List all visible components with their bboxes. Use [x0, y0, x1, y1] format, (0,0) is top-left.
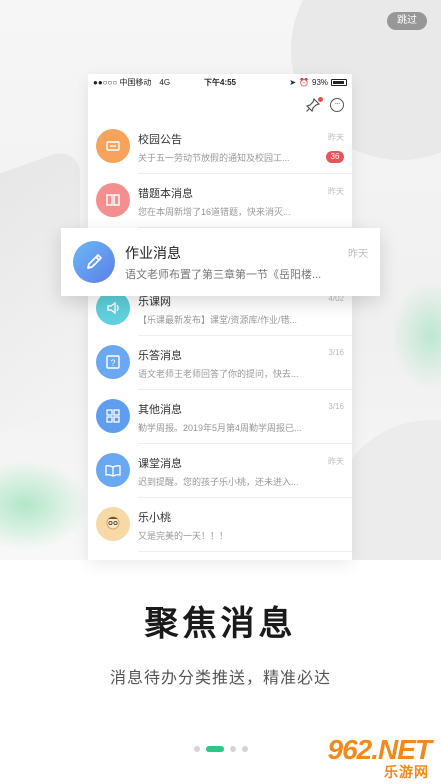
alarm-icon: ⏰: [299, 77, 309, 87]
app-bar: ···: [88, 90, 352, 120]
status-time: 下午4:55: [204, 77, 237, 87]
message-time: 昨天: [328, 133, 344, 142]
decor-glow: [391, 280, 441, 390]
page-dot[interactable]: [229, 746, 236, 752]
message-preview: 关于五一劳动节放假的通知及校园工...: [138, 153, 290, 163]
notice-icon: [96, 129, 130, 163]
headline-container: 聚焦消息: [0, 596, 441, 645]
more-icon[interactable]: ···: [330, 98, 344, 112]
focus-card-time: 昨天: [348, 249, 368, 260]
message-preview: 您在本周新增了16道错题，快来消灭...: [138, 207, 291, 217]
unread-badge: 36: [326, 151, 344, 163]
page-dot[interactable]: [241, 746, 248, 752]
message-time: 昨天: [328, 457, 344, 466]
focus-card-preview: 语文老师布置了第三章第一节《岳阳楼...: [125, 269, 322, 281]
open-book-icon: [96, 453, 130, 487]
message-title: 其他消息: [138, 404, 182, 416]
skip-button[interactable]: 跳过: [387, 12, 427, 30]
status-bar: ●●○○○ 中国移动 4G 下午4:55 ➤ ⏰ 93%: [88, 74, 352, 90]
message-preview: 勤学周报。2019年5月第4周勤学周报已...: [138, 423, 302, 433]
speaker-icon: [96, 291, 130, 325]
message-time: 3/16: [328, 348, 344, 357]
message-row[interactable]: 其他消息勤学周报。2019年5月第4周勤学周报已... 3/16: [88, 390, 352, 444]
message-preview: 语文老师王老师回答了你的提问，快去...: [138, 369, 299, 379]
focus-message-card[interactable]: 作业消息 语文老师布置了第三章第一节《岳阳楼... 昨天: [61, 228, 380, 296]
focus-card-title: 作业消息: [125, 245, 181, 261]
message-preview: 【乐课最新发布】课堂/资源库/作业/错...: [138, 315, 298, 325]
question-icon: ?: [96, 345, 130, 379]
carrier: ●●○○○ 中国移动: [93, 77, 152, 87]
message-title: 校园公告: [138, 134, 182, 146]
location-icon: ➤: [289, 77, 297, 87]
message-row[interactable]: 乐小桃又是完美的一天！！！: [88, 498, 352, 552]
message-preview: 又是完美的一天！！！: [138, 531, 229, 541]
message-time: 3/16: [328, 402, 344, 411]
page-dot[interactable]: [193, 746, 200, 752]
subtitle: 消息待办分类推送，精准必达: [109, 670, 331, 687]
pencil-icon: [73, 241, 115, 283]
divider: [138, 551, 352, 552]
message-list: 校园公告关于五一劳动节放假的通知及校园工... 昨天 36 错题本消息您在本周新增了1…: [88, 120, 352, 552]
avatar-icon: [96, 507, 130, 541]
message-title: 乐答消息: [138, 350, 182, 362]
watermark-sub: 乐游网: [384, 764, 429, 780]
message-title: 错题本消息: [138, 188, 193, 200]
message-preview: 迟到提醒。您的孩子乐小桃，还未进入...: [138, 477, 299, 487]
message-title: 课堂消息: [138, 458, 182, 470]
network-type: 4G: [159, 77, 171, 87]
battery-percent: 93%: [312, 77, 329, 87]
message-row[interactable]: ? 乐答消息语文老师王老师回答了你的提问，快去... 3/16: [88, 336, 352, 390]
decor-glow: [0, 460, 90, 550]
phone-mockup: ●●○○○ 中国移动 4G 下午4:55 ➤ ⏰ 93% ··· 校园公告关于五…: [88, 74, 352, 560]
notification-dot: [318, 97, 323, 102]
headline-text: 聚焦消息: [144, 605, 297, 643]
message-row[interactable]: 错题本消息您在本周新增了16道错题，快来消灭... 昨天: [88, 174, 352, 228]
message-time: 昨天: [328, 187, 344, 196]
message-title: 乐小桃: [138, 512, 171, 524]
message-row[interactable]: 课堂消息迟到提醒。您的孩子乐小桃，还未进入... 昨天: [88, 444, 352, 498]
message-row[interactable]: 校园公告关于五一劳动节放假的通知及校园工... 昨天 36: [88, 120, 352, 174]
headline: 聚焦消息: [141, 596, 305, 645]
decor-wedge: [0, 144, 80, 456]
watermark-logo: 962.NET 乐游网: [295, 732, 435, 780]
book-icon: [96, 183, 130, 217]
battery-icon: [331, 78, 348, 86]
page-dot-active[interactable]: [205, 746, 224, 752]
grid-icon: [96, 399, 130, 433]
svg-text:?: ?: [110, 358, 115, 368]
